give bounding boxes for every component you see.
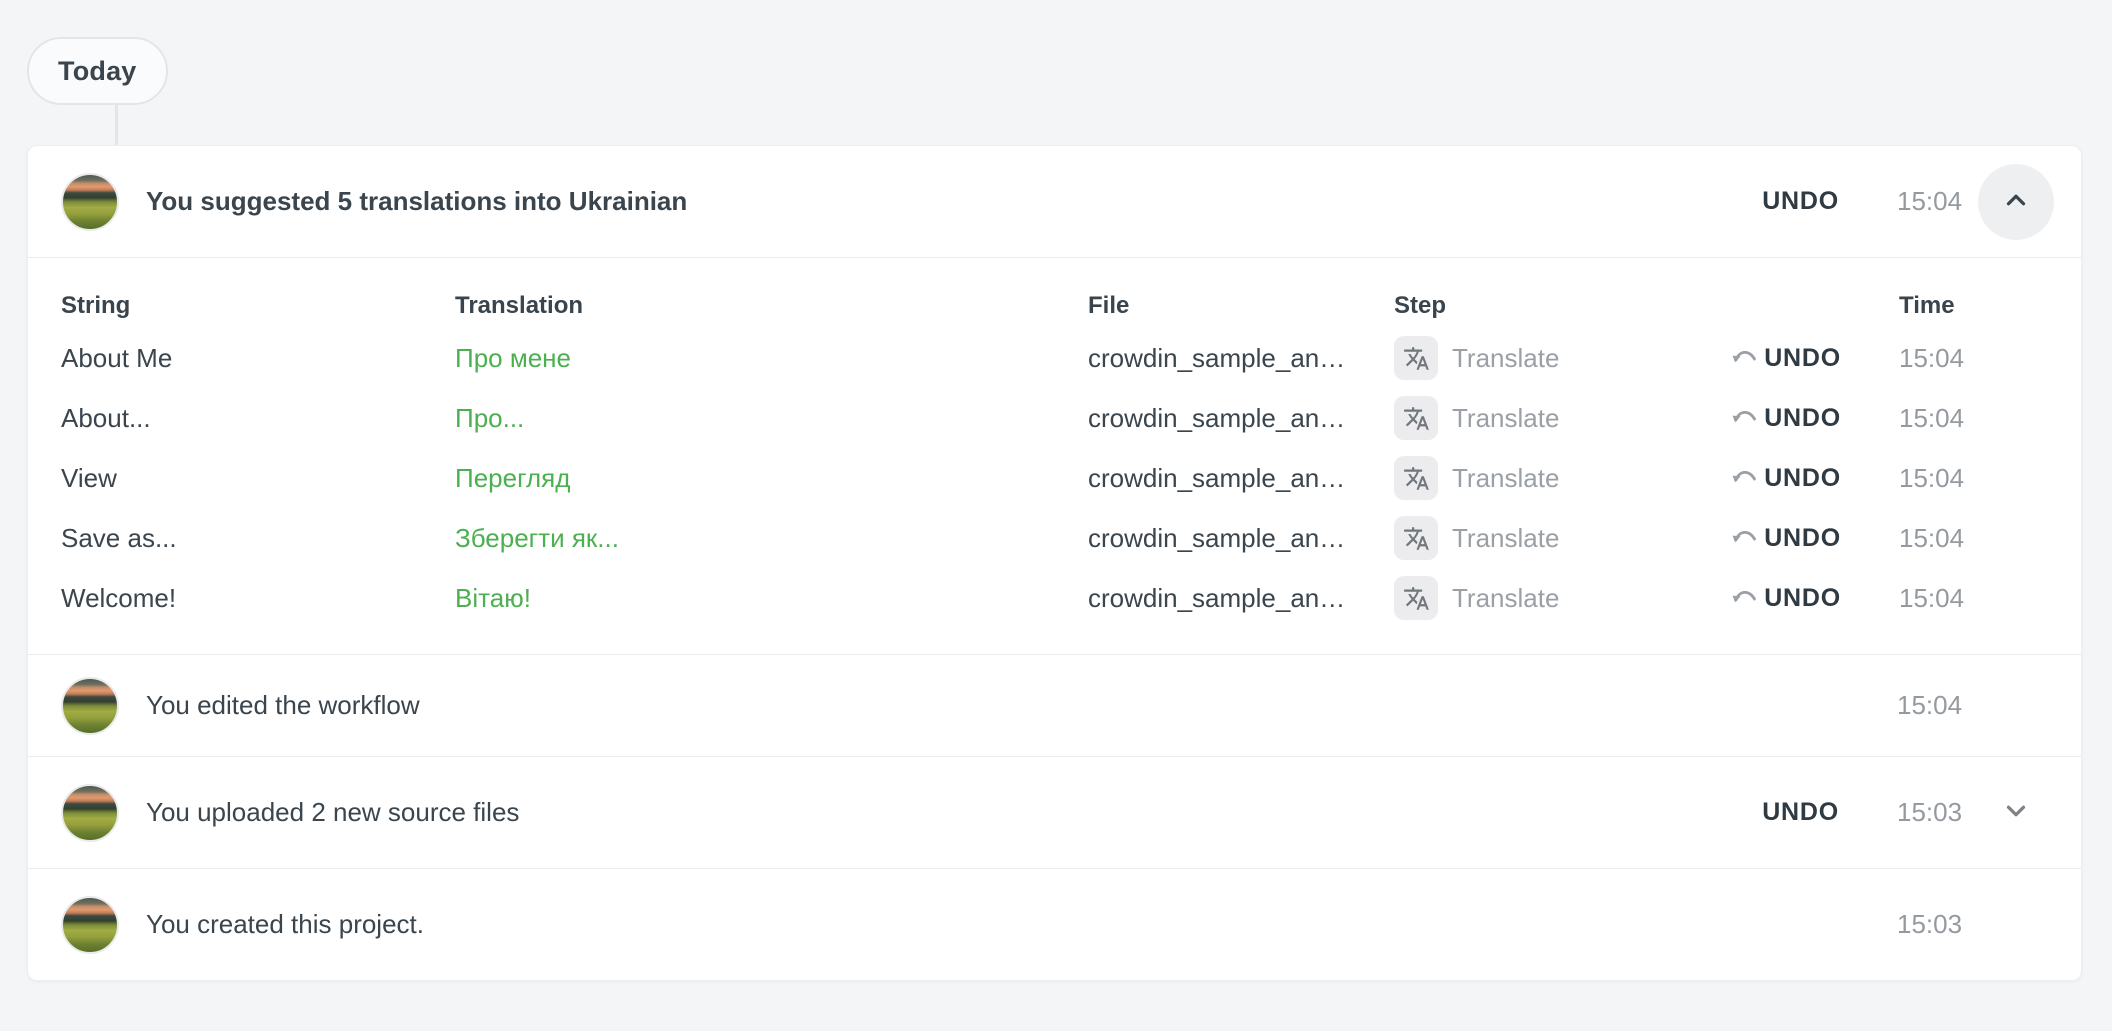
translate-icon xyxy=(1394,576,1438,620)
undo-column: UNDO xyxy=(1762,798,1839,827)
step-cell: Translate xyxy=(1394,456,1711,500)
avatar xyxy=(61,896,119,954)
file-cell: crowdin_sample_an… xyxy=(1088,343,1394,374)
date-badge: Today xyxy=(27,37,168,105)
translate-icon xyxy=(1394,336,1438,380)
activity-entry-suggested: You suggested 5 translations into Ukrain… xyxy=(28,146,2081,257)
table-row: About... Про... crowdin_sample_an… Trans… xyxy=(61,388,2054,448)
undo-cell: UNDO xyxy=(1711,584,1841,613)
undo-label: UNDO xyxy=(1764,464,1841,493)
entry-time: 15:03 xyxy=(1839,909,1978,940)
step-cell: Translate xyxy=(1394,516,1711,560)
expand-button[interactable] xyxy=(1978,775,2054,851)
step-label: Translate xyxy=(1452,463,1559,494)
undo-cell: UNDO xyxy=(1711,404,1841,433)
undo-button[interactable]: UNDO xyxy=(1731,344,1841,373)
activity-card: You suggested 5 translations into Ukrain… xyxy=(27,145,2082,981)
timeline-connector xyxy=(115,104,118,145)
undo-button[interactable]: UNDO xyxy=(1731,524,1841,553)
activity-title: You suggested 5 translations into Ukrain… xyxy=(146,186,1762,217)
table-row: Welcome! Вітаю! crowdin_sample_an… Trans… xyxy=(61,568,2054,628)
undo-button[interactable]: UNDO xyxy=(1731,464,1841,493)
col-header-step: Step xyxy=(1394,292,1711,320)
translations-table: String Translation File Step Time About … xyxy=(28,258,2081,654)
row-time: 15:04 xyxy=(1841,583,2054,614)
undo-button[interactable]: UNDO xyxy=(1762,798,1839,827)
translate-icon xyxy=(1394,396,1438,440)
activity-title: You created this project. xyxy=(146,909,1839,940)
row-time: 15:04 xyxy=(1841,403,2054,434)
entry-time: 15:04 xyxy=(1839,186,1978,217)
undo-label: UNDO xyxy=(1764,584,1841,613)
translation-link[interactable]: Зберегти як... xyxy=(455,523,1088,554)
undo-icon xyxy=(1731,464,1759,493)
undo-button[interactable]: UNDO xyxy=(1731,584,1841,613)
chevron-up-icon xyxy=(2001,185,2031,218)
translate-icon xyxy=(1394,456,1438,500)
activity-entry-uploaded: You uploaded 2 new source files UNDO 15:… xyxy=(28,757,2081,868)
avatar xyxy=(61,173,119,231)
string-cell: About Me xyxy=(61,343,455,374)
translation-link[interactable]: Про... xyxy=(455,403,1088,434)
undo-icon xyxy=(1731,344,1759,373)
activity-title: You edited the workflow xyxy=(146,690,1839,721)
step-label: Translate xyxy=(1452,403,1559,434)
file-cell: crowdin_sample_an… xyxy=(1088,523,1394,554)
col-header-translation: Translation xyxy=(455,292,1088,320)
step-label: Translate xyxy=(1452,583,1559,614)
activity-entry-workflow: You edited the workflow 15:04 xyxy=(28,655,2081,756)
file-cell: crowdin_sample_an… xyxy=(1088,583,1394,614)
avatar xyxy=(61,784,119,842)
step-label: Translate xyxy=(1452,523,1559,554)
translation-link[interactable]: Вітаю! xyxy=(455,583,1088,614)
translate-icon xyxy=(1394,516,1438,560)
activity-entry-created: You created this project. 15:03 xyxy=(28,869,2081,980)
entry-time: 15:03 xyxy=(1839,797,1978,828)
undo-cell: UNDO xyxy=(1711,344,1841,373)
table-header-row: String Translation File Step Time xyxy=(61,284,2054,328)
col-header-string: String xyxy=(61,292,455,320)
table-row: View Перегляд crowdin_sample_an… Transla… xyxy=(61,448,2054,508)
undo-button[interactable]: UNDO xyxy=(1762,187,1839,216)
expand-area xyxy=(1978,775,2054,851)
undo-icon xyxy=(1731,584,1759,613)
step-label: Translate xyxy=(1452,343,1559,374)
activity-page: Today You suggested 5 translations into … xyxy=(0,0,2112,1031)
table-row: Save as... Зберегти як... crowdin_sample… xyxy=(61,508,2054,568)
string-cell: About... xyxy=(61,403,455,434)
col-header-file: File xyxy=(1088,292,1394,320)
undo-column: UNDO xyxy=(1762,187,1839,216)
collapse-button[interactable] xyxy=(1978,164,2054,240)
file-cell: crowdin_sample_an… xyxy=(1088,463,1394,494)
step-cell: Translate xyxy=(1394,576,1711,620)
timeline-header: Today xyxy=(0,37,2112,145)
undo-button[interactable]: UNDO xyxy=(1731,404,1841,433)
translation-link[interactable]: Перегляд xyxy=(455,463,1088,494)
step-cell: Translate xyxy=(1394,336,1711,380)
undo-icon xyxy=(1731,524,1759,553)
row-time: 15:04 xyxy=(1841,343,2054,374)
file-cell: crowdin_sample_an… xyxy=(1088,403,1394,434)
chevron-down-icon xyxy=(2001,796,2031,829)
undo-cell: UNDO xyxy=(1711,464,1841,493)
undo-label: UNDO xyxy=(1764,524,1841,553)
activity-title: You uploaded 2 new source files xyxy=(146,797,1762,828)
avatar xyxy=(61,677,119,735)
row-time: 15:04 xyxy=(1841,463,2054,494)
undo-icon xyxy=(1731,404,1759,433)
undo-label: UNDO xyxy=(1764,344,1841,373)
entry-time: 15:04 xyxy=(1839,690,1978,721)
step-cell: Translate xyxy=(1394,396,1711,440)
row-time: 15:04 xyxy=(1841,523,2054,554)
col-header-time: Time xyxy=(1841,292,2054,320)
translation-link[interactable]: Про мене xyxy=(455,343,1088,374)
undo-cell: UNDO xyxy=(1711,524,1841,553)
string-cell: Welcome! xyxy=(61,583,455,614)
table-row: About Me Про мене crowdin_sample_an… Tra… xyxy=(61,328,2054,388)
string-cell: View xyxy=(61,463,455,494)
undo-label: UNDO xyxy=(1764,404,1841,433)
string-cell: Save as... xyxy=(61,523,455,554)
expand-area xyxy=(1978,164,2054,240)
